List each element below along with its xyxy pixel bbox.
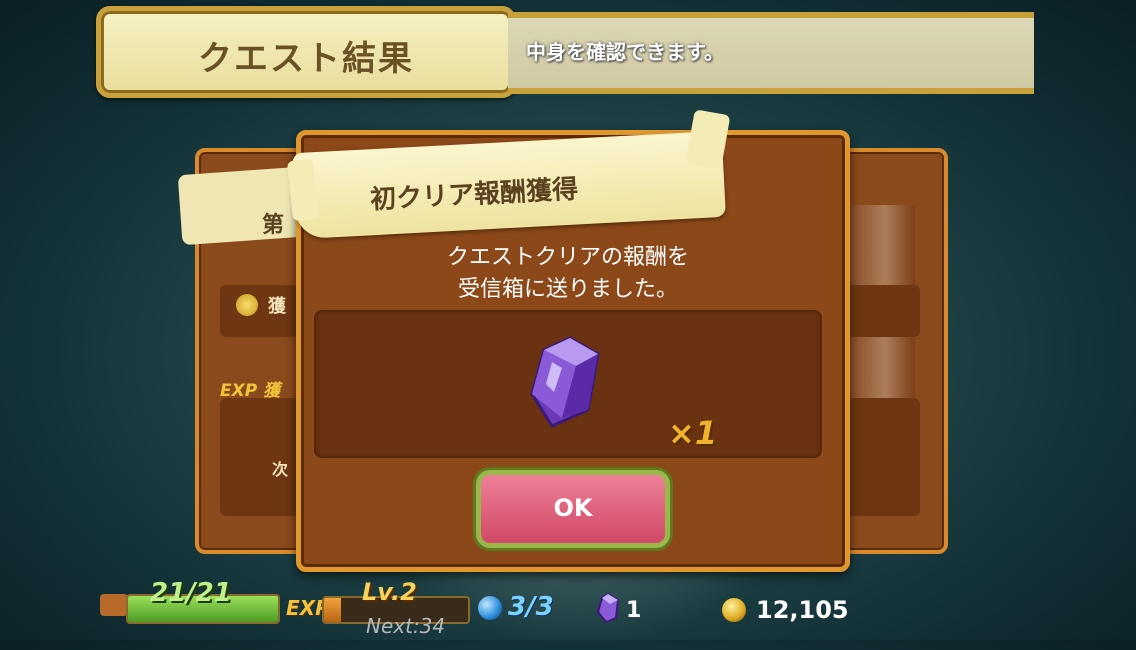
level-value: Lv.2 xyxy=(362,578,417,606)
coin-icon xyxy=(722,598,746,622)
orb-count: 3/3 xyxy=(508,592,554,622)
purple-crystal-icon xyxy=(530,336,600,428)
coin-count: 12,105 xyxy=(756,596,849,624)
reward-quantity: ×1 xyxy=(668,414,718,452)
exp-bar-fill xyxy=(324,598,342,622)
stamina-icon xyxy=(100,594,128,616)
stamina-value: 21/21 xyxy=(150,578,232,608)
ok-button[interactable]: OK xyxy=(476,470,670,548)
title-banner: クエスト結果 xyxy=(96,6,516,98)
gem-icon xyxy=(596,592,620,624)
orb-icon xyxy=(478,596,502,620)
results-next-label: 次 xyxy=(272,460,289,479)
gem-count: 1 xyxy=(626,598,642,623)
coin-icon xyxy=(236,294,258,316)
next-exp-value: Next:34 xyxy=(366,614,446,638)
results-acquired-label: 獲 xyxy=(268,296,286,317)
dialog-message-line1: クエストクリアの報酬を xyxy=(446,245,689,270)
info-text: 中身を確認できます。 xyxy=(526,40,724,64)
page-title: クエスト結果 xyxy=(198,39,414,79)
results-panel-banner-text: 第 xyxy=(262,213,285,238)
dialog-message-line2: 受信箱に送りました。 xyxy=(457,277,678,302)
info-bar: 中身を確認できます。 xyxy=(508,12,1034,94)
ok-button-label: OK xyxy=(553,494,593,522)
